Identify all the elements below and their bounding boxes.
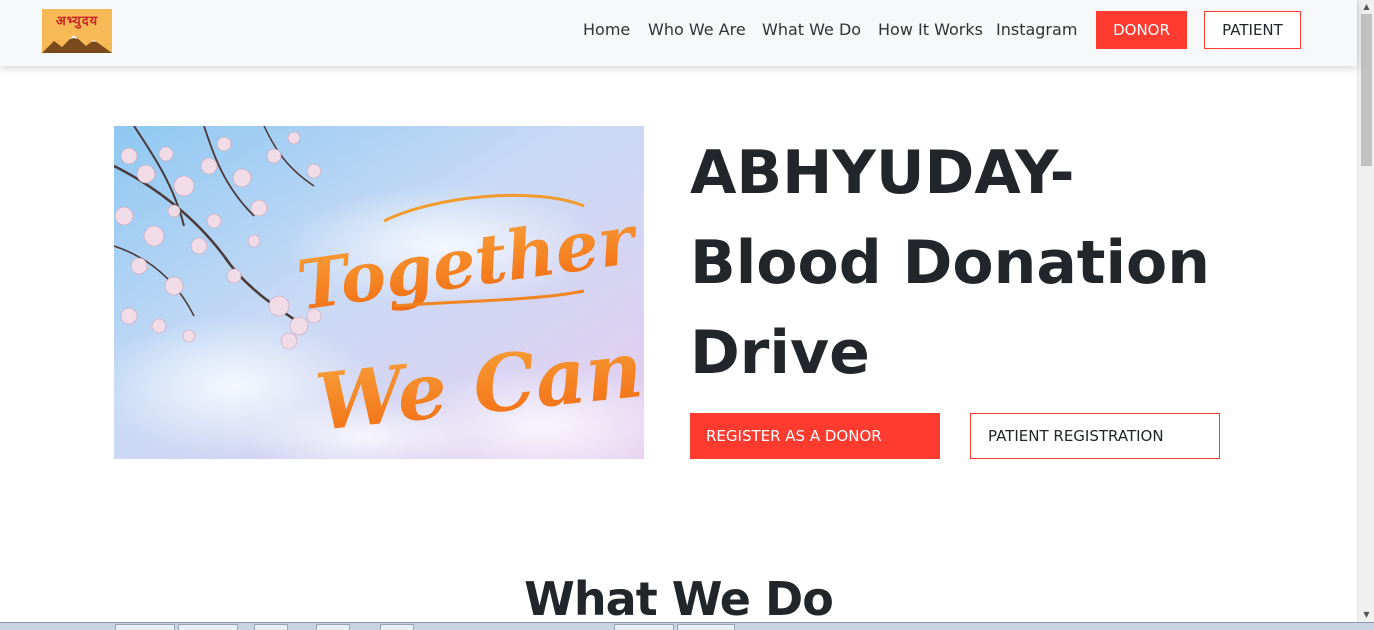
scroll-up-arrow-icon[interactable]: ▲ bbox=[1358, 0, 1374, 14]
mountain-icon bbox=[42, 35, 112, 53]
nav-link-home[interactable]: Home bbox=[583, 20, 630, 39]
hero-illustration: Together We Can! bbox=[114, 126, 644, 459]
nav-link-instagram[interactable]: Instagram bbox=[996, 20, 1077, 39]
navbar: अभ्युदय Home Who We Are What We Do How I… bbox=[0, 0, 1357, 66]
patient-registration-button[interactable]: PATIENT REGISTRATION bbox=[970, 413, 1220, 459]
donor-button[interactable]: DONOR bbox=[1096, 11, 1187, 49]
page: अभ्युदय Home Who We Are What We Do How I… bbox=[0, 0, 1374, 630]
taskbar-button[interactable] bbox=[380, 624, 414, 630]
nav-link-how-it-works[interactable]: How It Works bbox=[878, 20, 983, 39]
patient-button[interactable]: PATIENT bbox=[1204, 11, 1301, 49]
taskbar-button[interactable] bbox=[316, 624, 350, 630]
hero-title: ABHYUDAY- Blood Donation Drive bbox=[690, 138, 1210, 388]
vertical-scrollbar[interactable]: ▲ ▼ bbox=[1357, 0, 1374, 622]
scrollbar-thumb[interactable] bbox=[1361, 14, 1372, 166]
register-as-donor-button[interactable]: REGISTER AS A DONOR bbox=[690, 413, 940, 459]
nav-link-what-we-do[interactable]: What We Do bbox=[762, 20, 861, 39]
logo[interactable]: अभ्युदय bbox=[42, 9, 112, 53]
logo-text: अभ्युदय bbox=[55, 14, 99, 29]
nav-link-who-we-are[interactable]: Who We Are bbox=[648, 20, 746, 39]
taskbar-button[interactable] bbox=[115, 624, 175, 630]
scroll-down-arrow-icon[interactable]: ▼ bbox=[1358, 608, 1374, 622]
taskbar-button[interactable] bbox=[614, 624, 674, 630]
hero-image: Together We Can! bbox=[114, 126, 644, 459]
section-title-what-we-do: What We Do bbox=[524, 572, 834, 626]
taskbar bbox=[0, 622, 1374, 630]
taskbar-button[interactable] bbox=[254, 624, 288, 630]
taskbar-button[interactable] bbox=[178, 624, 238, 630]
taskbar-button[interactable] bbox=[677, 624, 735, 630]
